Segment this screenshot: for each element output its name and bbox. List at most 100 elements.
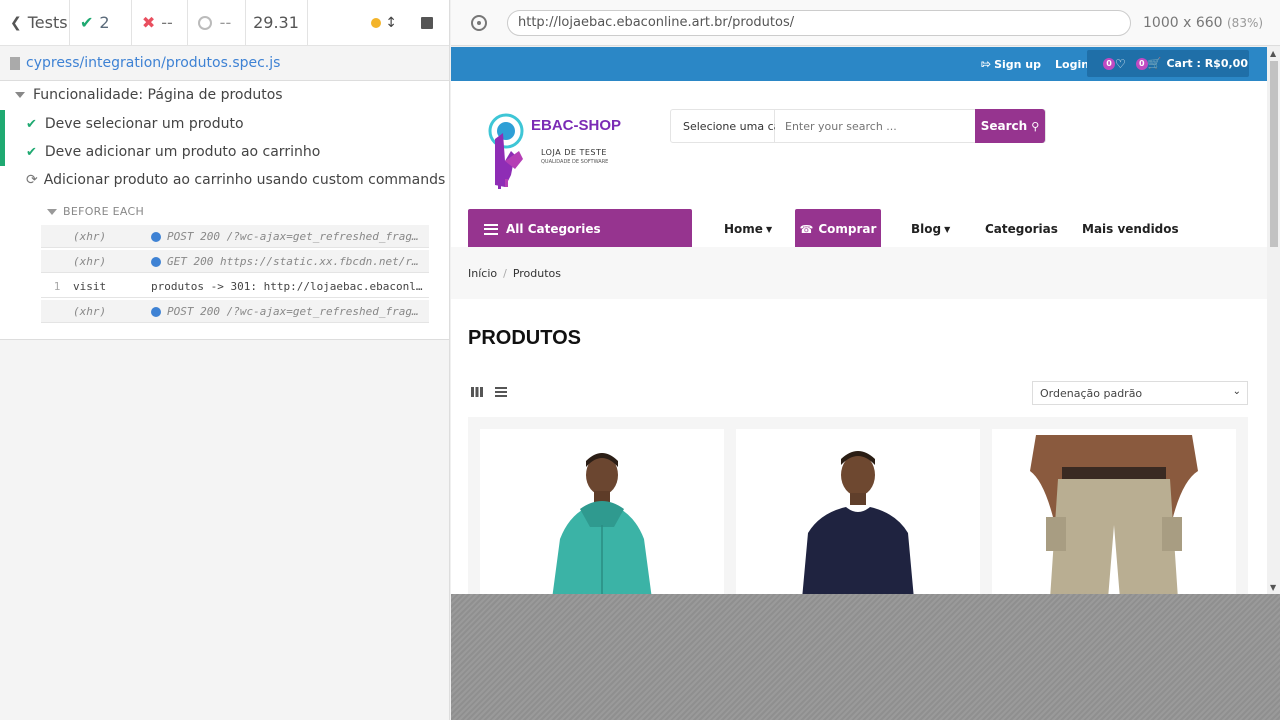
product-card[interactable]: [992, 429, 1236, 594]
site-topbar: ⇰ Sign up Login 0 ♡ 0 🛒 Cart : R$0,00: [451, 47, 1267, 81]
check-icon: ✔: [80, 13, 94, 32]
failed-count: --: [161, 13, 173, 32]
main-nav: All Categories Home ▼ ☎ Comprar Blog ▼ C…: [451, 207, 1267, 249]
check-icon: ✔: [26, 116, 37, 132]
auto-scroll-toggle[interactable]: ↕: [371, 15, 397, 31]
headset-icon: ☎: [799, 222, 814, 236]
wishlist-count-badge: 0: [1103, 57, 1115, 70]
product-image: [992, 429, 1236, 594]
test-row[interactable]: ✔ Deve adicionar um produto ao carrinho: [0, 138, 450, 166]
viewport-info[interactable]: 1000 x 660 (83%): [1143, 15, 1263, 31]
product-card[interactable]: [736, 429, 980, 594]
command-row[interactable]: 1 visit produtos -> 301: http://lojaebac…: [41, 275, 429, 298]
aut-url[interactable]: http://lojaebac.ebaconline.art.br/produt…: [507, 9, 1131, 36]
nav-comprar[interactable]: ☎ Comprar: [795, 209, 881, 249]
suite-title-row[interactable]: Funcionalidade: Página de produtos: [15, 87, 283, 103]
file-icon: [10, 56, 20, 70]
updown-arrow-icon: ↕: [385, 14, 398, 31]
x-icon: ✖: [141, 13, 156, 32]
selector-playground-icon[interactable]: [471, 14, 487, 31]
pending-stat[interactable]: --: [188, 0, 246, 46]
cart-button[interactable]: 0 ♡ 0 🛒 Cart : R$0,00: [1087, 50, 1249, 77]
breadcrumb-home[interactable]: Início: [468, 267, 497, 280]
search-bar: Selecione uma cat Search ⚲: [670, 109, 1046, 143]
nav-home[interactable]: Home ▼: [724, 209, 772, 249]
breadcrumb-current: Produtos: [512, 266, 562, 280]
test-title: Deve adicionar um produto ao carrinho: [44, 144, 321, 160]
test-title: Adicionar produto ao carrinho usando cus…: [43, 172, 446, 188]
command-row[interactable]: (xhr) GET 200 https://static.xx.fbcdn.ne…: [41, 250, 429, 273]
command-row[interactable]: (xhr) POST 200 /?wc-ajax=get_refreshed_f…: [41, 225, 429, 248]
search-icon: ⚲: [1031, 119, 1040, 133]
product-grid: [468, 417, 1248, 594]
search-button[interactable]: Search ⚲: [975, 109, 1045, 143]
search-category-select[interactable]: Selecione uma cat: [671, 110, 785, 142]
tests-label: Tests: [27, 13, 68, 32]
reporter-header: ❮ Tests ✔ 2 ✖ -- -- 29.31 ↕: [0, 0, 449, 46]
duration: 29.31: [246, 0, 308, 46]
cart-label: Cart : R$0,00: [1166, 57, 1248, 70]
nav-mais-vendidos[interactable]: Mais vendidos: [1082, 209, 1179, 249]
chevron-down-icon: ⌄: [1232, 386, 1241, 397]
test-title: Deve selecionar um produto: [44, 116, 244, 132]
refresh-icon: ⟳: [26, 172, 38, 188]
chevron-left-icon: ❮: [10, 14, 22, 31]
hook-label[interactable]: BEFORE EACH: [47, 205, 144, 218]
passed-count: 2: [99, 13, 110, 32]
passed-stat[interactable]: ✔ 2: [70, 0, 132, 46]
caret-down-icon: [15, 92, 25, 98]
xhr-dot-icon: [151, 256, 161, 267]
cart-icon: 🛒: [1147, 57, 1162, 70]
sort-select[interactable]: Ordenação padrão ⌄: [1032, 381, 1248, 405]
test-row[interactable]: ⟳ Adicionar produto ao carrinho usando c…: [0, 166, 450, 194]
logo-title: EBAC-SHOP: [531, 117, 622, 134]
scroll-up-icon[interactable]: ▲: [1270, 49, 1276, 58]
xhr-dot-icon: [151, 306, 161, 317]
caret-down-icon: ▼: [944, 224, 951, 234]
login-link[interactable]: Login: [1055, 58, 1089, 71]
aut-backdrop: [451, 594, 1280, 720]
caret-down-icon: [47, 208, 57, 215]
run-controls: ↕: [308, 0, 450, 46]
all-categories-button[interactable]: All Categories: [468, 209, 692, 249]
runnables-list: Funcionalidade: Página de produtos ✔ Dev…: [0, 81, 449, 340]
aut-header: http://lojaebac.ebaconline.art.br/produt…: [451, 0, 1280, 46]
pending-count: --: [219, 13, 232, 32]
grid-view-icon[interactable]: [471, 387, 483, 397]
xhr-dot-icon: [151, 231, 161, 242]
list-view-icon[interactable]: [495, 387, 507, 397]
pending-ring-icon: [197, 15, 212, 30]
nav-categorias[interactable]: Categorias: [985, 209, 1058, 249]
hamburger-icon: [484, 223, 498, 235]
suite-title: Funcionalidade: Página de produtos: [33, 87, 283, 103]
page-title: PRODUTOS: [468, 327, 581, 349]
heart-icon[interactable]: ♡: [1115, 57, 1126, 71]
signin-icon: ⇰: [981, 57, 992, 71]
breadcrumb: Início / Produtos: [451, 247, 1267, 299]
logo-subtitle: LOJA DE TESTE: [541, 148, 607, 157]
spec-path[interactable]: cypress/integration/produtos.spec.js: [26, 55, 280, 71]
test-row[interactable]: ✔ Deve selecionar um produto: [0, 110, 450, 138]
view-toggle: [471, 387, 507, 397]
product-image: [736, 429, 980, 594]
failed-stat[interactable]: ✖ --: [132, 0, 188, 46]
tests-back-button[interactable]: ❮ Tests: [0, 0, 70, 46]
logo-tagline: QUALIDADE DE SOFTWARE: [541, 159, 609, 165]
product-image: [480, 429, 724, 594]
cart-count-badge: 0: [1135, 57, 1148, 70]
stop-icon[interactable]: [421, 16, 434, 29]
scroll-thumb[interactable]: [1270, 61, 1278, 247]
scroll-down-icon[interactable]: ▼: [1270, 583, 1276, 592]
nav-blog[interactable]: Blog ▼: [911, 209, 950, 249]
aut-scrollbar[interactable]: ▲ ▼: [1267, 47, 1280, 594]
aut-iframe: ⇰ Sign up Login 0 ♡ 0 🛒 Cart : R$0,00 EB…: [451, 47, 1280, 594]
command-row[interactable]: (xhr) POST 200 /?wc-ajax=get_refreshed_f…: [41, 300, 429, 323]
reporter-panel: ❮ Tests ✔ 2 ✖ -- -- 29.31 ↕ cypress/inte…: [0, 0, 450, 720]
signup-link[interactable]: ⇰ Sign up: [981, 57, 1041, 71]
search-input[interactable]: [775, 119, 975, 133]
caret-down-icon: ▼: [765, 224, 773, 234]
status-dot-icon: [371, 17, 382, 28]
spec-path-bar: cypress/integration/produtos.spec.js: [0, 46, 449, 81]
product-card[interactable]: [480, 429, 724, 594]
check-icon: ✔: [26, 144, 37, 160]
